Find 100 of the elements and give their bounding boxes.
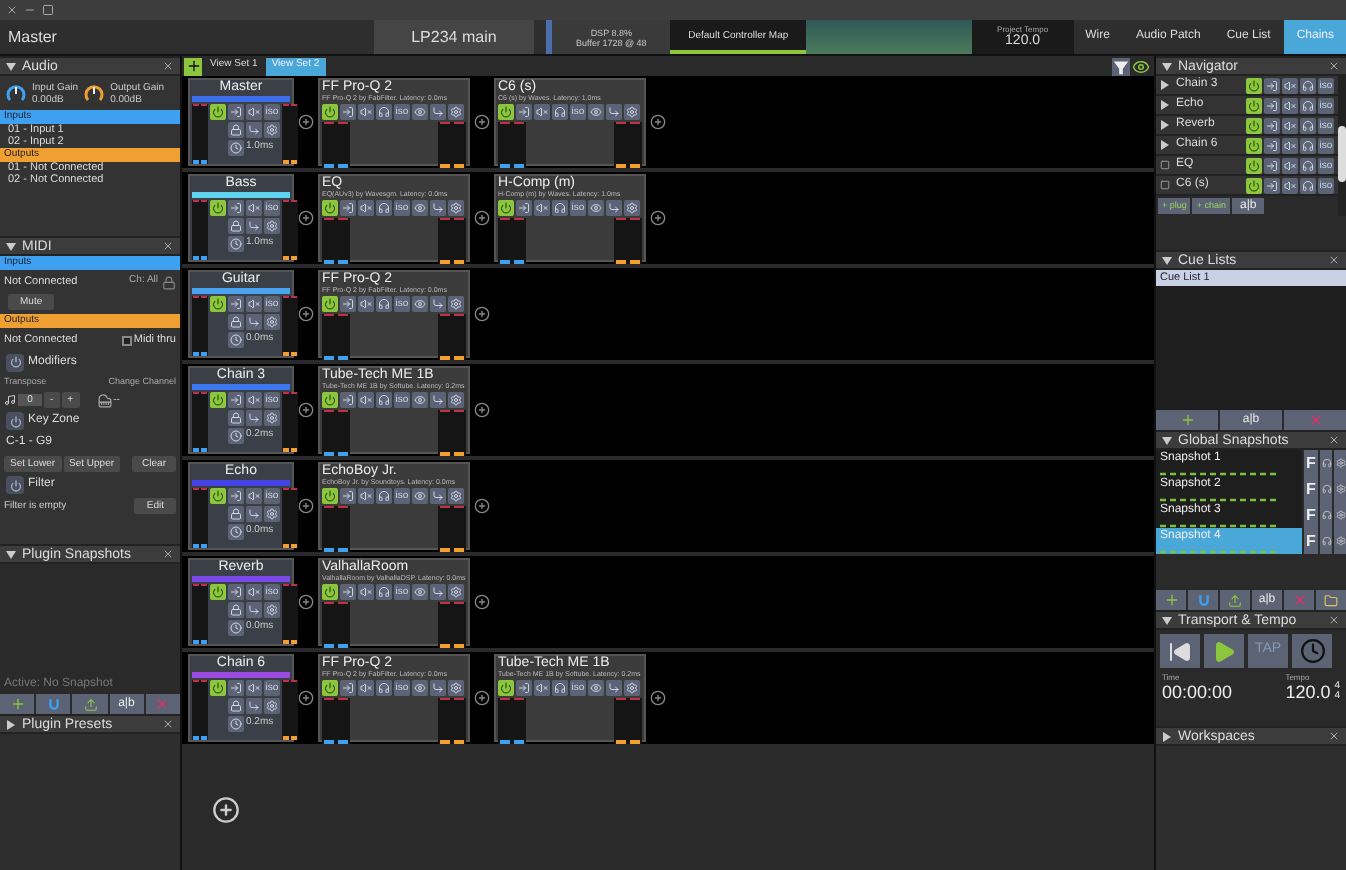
power-button[interactable] [210, 488, 226, 504]
add-plugin-icon[interactable] [474, 498, 490, 514]
route-button[interactable] [246, 410, 262, 426]
power-button[interactable] [210, 680, 226, 696]
latency-button[interactable] [228, 524, 244, 540]
mute-button[interactable] [1282, 177, 1298, 193]
power-button[interactable] [498, 680, 514, 696]
power-button[interactable] [210, 392, 226, 408]
settings-button[interactable] [264, 314, 280, 330]
close-icon[interactable] [1328, 60, 1340, 72]
headphones-button[interactable] [1300, 137, 1316, 153]
show-editor-button[interactable] [412, 584, 428, 600]
show-editor-button[interactable] [412, 296, 428, 312]
route-button[interactable] [430, 296, 446, 312]
mute-button[interactable] [1282, 97, 1298, 113]
input-gain-knob-icon[interactable] [6, 83, 26, 103]
add-plugin-icon[interactable] [298, 402, 314, 418]
power-button[interactable] [210, 584, 226, 600]
power-button[interactable] [1246, 157, 1262, 173]
maximize-icon[interactable] [42, 4, 54, 16]
collapse-arrow-icon[interactable] [1162, 61, 1172, 71]
mute-button[interactable] [358, 488, 374, 504]
headphones-button[interactable] [552, 680, 568, 696]
latency-button[interactable] [228, 332, 244, 348]
mute-button[interactable] [246, 296, 262, 312]
route-button[interactable] [246, 698, 262, 714]
power-button[interactable] [210, 104, 226, 120]
show-editor-button[interactable] [412, 104, 428, 120]
show-editor-button[interactable] [588, 200, 604, 216]
settings-button[interactable] [264, 410, 280, 426]
collapse-arrow-icon[interactable] [1162, 435, 1172, 445]
route-button[interactable] [430, 104, 446, 120]
power-button[interactable] [322, 584, 338, 600]
settings-button[interactable] [624, 104, 640, 120]
power-button[interactable] [322, 200, 338, 216]
input-button[interactable] [228, 680, 244, 696]
mute-button[interactable] [1282, 77, 1298, 93]
headphones-button[interactable] [376, 584, 392, 600]
mute-button[interactable] [246, 392, 262, 408]
add-plugin-icon[interactable] [474, 690, 490, 706]
route-button[interactable] [430, 200, 446, 216]
show-editor-button[interactable] [412, 488, 428, 504]
headphones-button[interactable] [376, 680, 392, 696]
lock-button[interactable] [228, 602, 244, 618]
add-plugin-icon[interactable] [474, 306, 490, 322]
input-button[interactable] [228, 488, 244, 504]
input-button[interactable] [516, 200, 532, 216]
latency-button[interactable] [228, 236, 244, 252]
power-button[interactable] [322, 104, 338, 120]
flag-button[interactable]: F [1304, 450, 1318, 476]
input-button[interactable] [228, 296, 244, 312]
mute-button[interactable] [1282, 117, 1298, 133]
settings-button[interactable] [448, 584, 464, 600]
input-button[interactable] [1264, 177, 1280, 193]
settings-button[interactable] [448, 680, 464, 696]
headphones-button[interactable] [1300, 157, 1316, 173]
collapse-arrow-icon[interactable] [6, 549, 16, 559]
mute-button[interactable] [1282, 137, 1298, 153]
input-button[interactable] [228, 392, 244, 408]
add-plugin-icon[interactable] [650, 210, 666, 226]
input-button[interactable] [340, 488, 356, 504]
mute-button[interactable] [358, 392, 374, 408]
lock-button[interactable] [228, 314, 244, 330]
power-button[interactable] [1246, 177, 1262, 193]
metronome-button[interactable] [1292, 634, 1332, 668]
lock-button[interactable] [228, 698, 244, 714]
flag-button[interactable]: F [1304, 502, 1318, 528]
settings-button[interactable] [448, 200, 464, 216]
power-button[interactable] [1246, 117, 1262, 133]
lock-button[interactable] [228, 506, 244, 522]
assign-button[interactable] [1320, 450, 1332, 476]
power-button[interactable] [322, 392, 338, 408]
settings-button[interactable] [264, 122, 280, 138]
headphones-button[interactable] [376, 296, 392, 312]
route-button[interactable] [430, 488, 446, 504]
add-plugin-icon[interactable] [298, 690, 314, 706]
power-button[interactable] [322, 488, 338, 504]
settings-button[interactable] [448, 296, 464, 312]
headphones-button[interactable] [376, 200, 392, 216]
power-toggle[interactable] [6, 412, 24, 431]
assign-button[interactable] [1320, 528, 1332, 554]
input-button[interactable] [1264, 77, 1280, 93]
power-button[interactable] [322, 680, 338, 696]
close-icon[interactable] [1328, 254, 1340, 266]
lock-button[interactable] [228, 122, 244, 138]
route-button[interactable] [606, 200, 622, 216]
headphones-button[interactable] [1300, 97, 1316, 113]
lock-button[interactable] [228, 410, 244, 426]
power-button[interactable] [210, 200, 226, 216]
mute-button[interactable] [534, 200, 550, 216]
add-plugin-icon[interactable] [474, 114, 490, 130]
add-plugin-icon[interactable] [474, 210, 490, 226]
mute-button[interactable] [358, 200, 374, 216]
route-button[interactable] [606, 680, 622, 696]
settings-button[interactable] [448, 488, 464, 504]
show-editor-button[interactable] [412, 392, 428, 408]
mute-button[interactable] [246, 200, 262, 216]
minimize-icon[interactable] [24, 4, 36, 16]
headphones-button[interactable] [1300, 77, 1316, 93]
mute-button[interactable] [358, 104, 374, 120]
